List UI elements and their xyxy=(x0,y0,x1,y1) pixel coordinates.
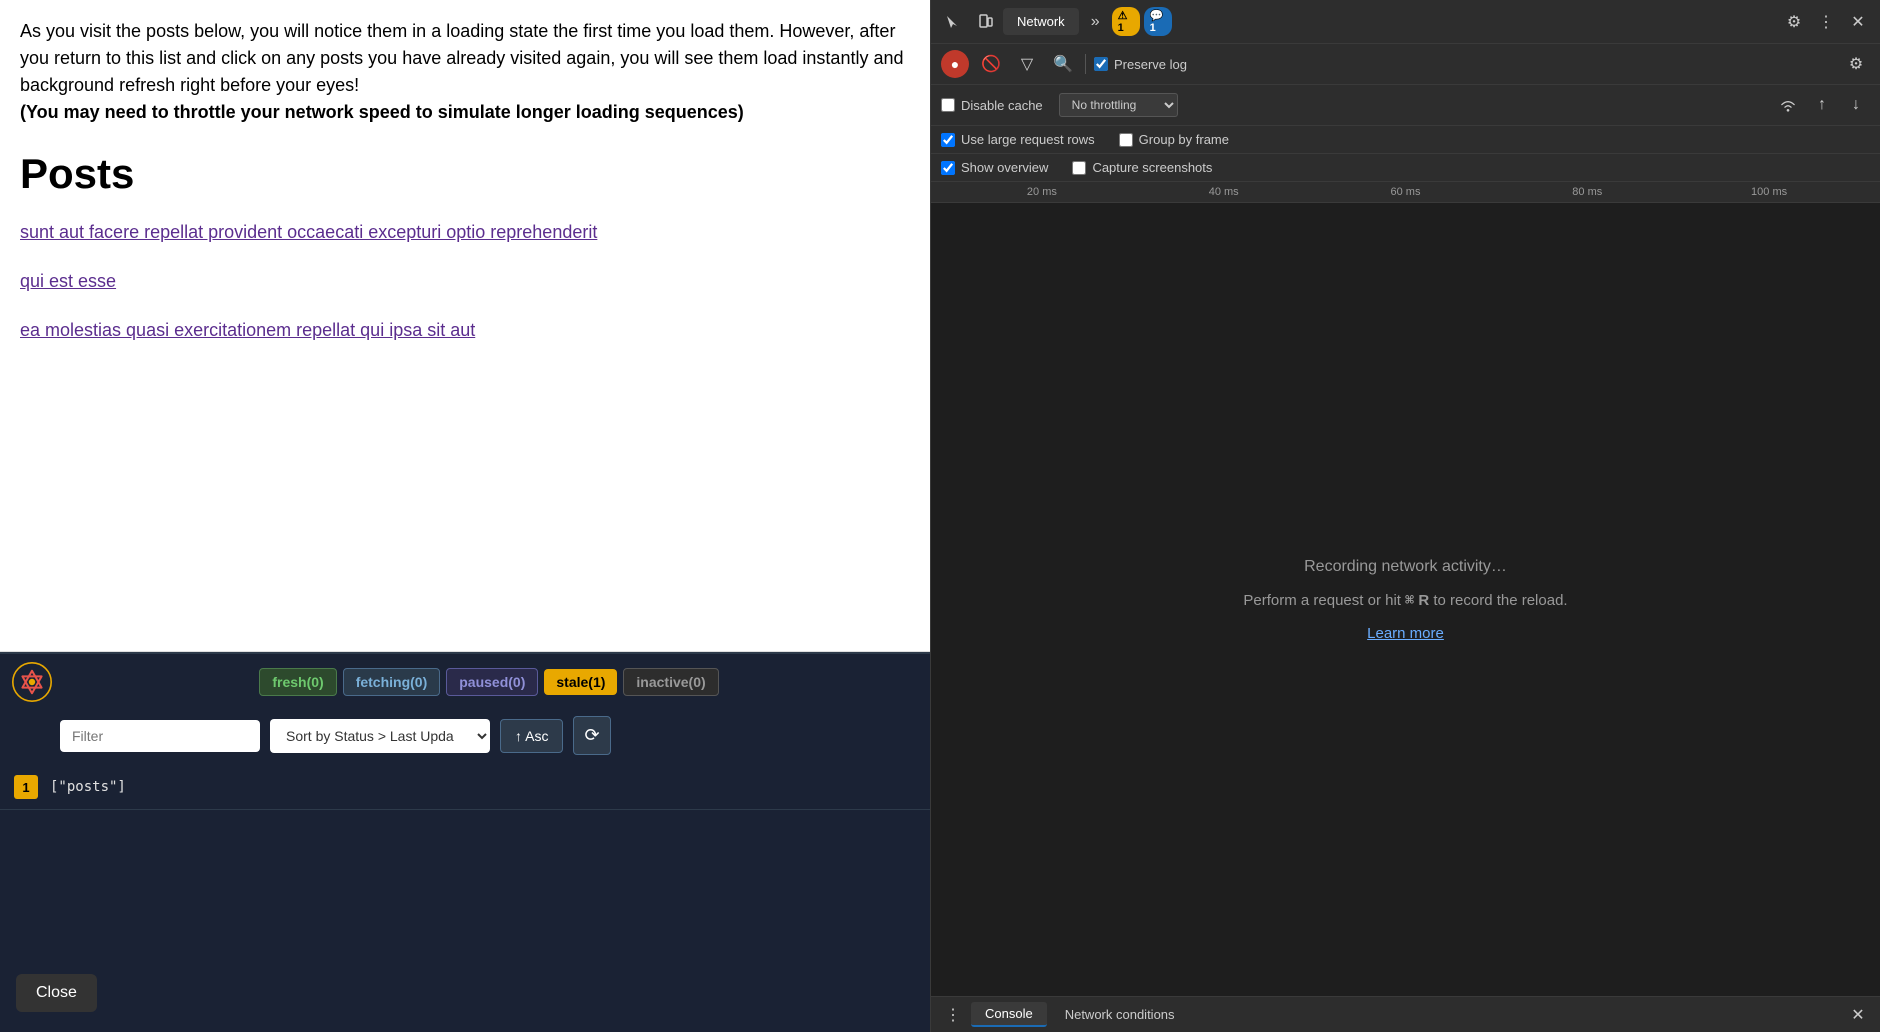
info-count: 💬 1 xyxy=(1144,7,1172,36)
tab-more-icon[interactable]: » xyxy=(1083,9,1108,35)
bottom-close-icon[interactable]: ✕ xyxy=(1844,1001,1872,1029)
tab-console[interactable]: Console xyxy=(971,1002,1047,1027)
network-options-row2: Use large request rows Group by frame xyxy=(931,126,1880,154)
device-icon[interactable] xyxy=(971,8,999,36)
post-link-2[interactable]: qui est esse xyxy=(20,271,910,292)
timeline-ticks: 20 ms 40 ms 60 ms 80 ms 100 ms xyxy=(931,186,1880,198)
record-button[interactable]: ● xyxy=(941,50,969,78)
warning-badge[interactable]: ⚠ 1 xyxy=(1112,8,1140,36)
tab-network-label: Network xyxy=(1017,14,1065,29)
network-settings-icon[interactable]: ⚙ xyxy=(1842,50,1870,78)
preserve-log-label: Preserve log xyxy=(1114,57,1187,72)
cursor-icon[interactable] xyxy=(939,8,967,36)
filter-icon[interactable]: ▽ xyxy=(1013,50,1041,78)
kebab-menu-icon[interactable]: ⋮ xyxy=(1812,8,1840,36)
preserve-log-checkbox[interactable]: Preserve log xyxy=(1094,57,1187,72)
bottom-menu-icon[interactable]: ⋮ xyxy=(939,1001,967,1029)
close-button[interactable]: Close xyxy=(16,974,97,1012)
warning-count: ⚠ 1 xyxy=(1112,7,1140,36)
badge-fresh[interactable]: fresh(0) xyxy=(259,668,336,696)
query-filter-input[interactable] xyxy=(60,720,260,752)
network-options-row1: Disable cache No throttling ↑ ↓ xyxy=(931,85,1880,126)
tick-5: 100 ms xyxy=(1678,186,1860,198)
group-by-frame-label: Group by frame xyxy=(1139,132,1229,147)
tick-3: 60 ms xyxy=(1315,186,1497,198)
description-bold: (You may need to throttle your network s… xyxy=(20,102,744,122)
devtools-topbar: Network » ⚠ 1 💬 1 ⚙ ⋮ ✕ xyxy=(931,0,1880,44)
disable-cache-label: Disable cache xyxy=(961,98,1043,113)
react-query-devtools: fresh(0) fetching(0) paused(0) stale(1) … xyxy=(0,652,930,1032)
upload-icon[interactable]: ↑ xyxy=(1808,91,1836,119)
disable-cache-checkbox[interactable]: Disable cache xyxy=(941,98,1043,113)
devtools-bottom-bar: ⋮ Console Network conditions ✕ xyxy=(931,996,1880,1032)
tab-network[interactable]: Network xyxy=(1003,8,1079,35)
tick-1: 20 ms xyxy=(951,186,1133,198)
learn-more-link[interactable]: Learn more xyxy=(1367,625,1444,642)
asc-button[interactable]: ↑ Asc xyxy=(500,719,563,753)
search-icon[interactable]: 🔍 xyxy=(1049,50,1077,78)
badge-fetching[interactable]: fetching(0) xyxy=(343,668,441,696)
badge-stale[interactable]: stale(1) xyxy=(544,669,617,695)
wifi-icon[interactable] xyxy=(1774,91,1802,119)
devtools-panel: Network » ⚠ 1 💬 1 ⚙ ⋮ ✕ ● 🚫 ▽ 🔍 xyxy=(930,0,1880,1032)
network-toolbar: ● 🚫 ▽ 🔍 Preserve log ⚙ xyxy=(931,44,1880,85)
tick-4: 80 ms xyxy=(1496,186,1678,198)
status-badges: fresh(0) fetching(0) paused(0) stale(1) … xyxy=(60,668,918,696)
download-icon[interactable]: ↓ xyxy=(1842,91,1870,119)
settings-icon[interactable]: ⚙ xyxy=(1780,8,1808,36)
table-row[interactable]: 1 ["posts"] xyxy=(0,765,930,810)
info-badge[interactable]: 💬 1 xyxy=(1144,8,1172,36)
recording-text: Recording network activity… xyxy=(1304,558,1507,576)
capture-screenshots-label: Capture screenshots xyxy=(1092,160,1212,175)
posts-title: Posts xyxy=(20,150,910,198)
tick-2: 40 ms xyxy=(1133,186,1315,198)
recording-area: Recording network activity… Perform a re… xyxy=(931,203,1880,996)
clear-button[interactable]: 🚫 xyxy=(977,50,1005,78)
sort-select[interactable]: Sort by Status > Last Upda xyxy=(270,719,490,753)
post-link-3[interactable]: ea molestias quasi exercitationem repell… xyxy=(20,320,910,341)
devtools-controls: Sort by Status > Last Upda ↑ Asc ⟳ xyxy=(0,710,930,765)
throttle-select[interactable]: No throttling xyxy=(1059,93,1178,117)
query-number: 1 xyxy=(14,775,38,799)
show-overview-label: Show overview xyxy=(961,160,1048,175)
badge-inactive[interactable]: inactive(0) xyxy=(623,668,718,696)
badge-paused[interactable]: paused(0) xyxy=(446,668,538,696)
network-options-row3: Show overview Capture screenshots xyxy=(931,154,1880,182)
toolbar-separator xyxy=(1085,54,1086,74)
capture-screenshots-checkbox[interactable]: Capture screenshots xyxy=(1072,160,1212,175)
recording-subtext: Perform a request or hit ⌘ R to record t… xyxy=(1243,588,1567,613)
devtools-close-icon[interactable]: ✕ xyxy=(1844,8,1872,36)
show-overview-checkbox[interactable]: Show overview xyxy=(941,160,1048,175)
refresh-icon: ⟳ xyxy=(584,725,599,746)
description-text: As you visit the posts below, you will n… xyxy=(20,18,910,126)
react-query-logo xyxy=(12,662,52,702)
large-rows-label: Use large request rows xyxy=(961,132,1095,147)
description-main: As you visit the posts below, you will n… xyxy=(20,21,904,95)
refresh-button[interactable]: ⟳ xyxy=(573,716,610,755)
group-by-frame-checkbox[interactable]: Group by frame xyxy=(1119,132,1229,147)
query-list: 1 ["posts"] xyxy=(0,765,930,1032)
network-icons-right: ↑ ↓ xyxy=(1774,91,1870,119)
large-rows-checkbox[interactable]: Use large request rows xyxy=(941,132,1095,147)
devtools-header: fresh(0) fetching(0) paused(0) stale(1) … xyxy=(0,654,930,710)
post-link-1[interactable]: sunt aut facere repellat provident occae… xyxy=(20,222,910,243)
timeline-header: 20 ms 40 ms 60 ms 80 ms 100 ms xyxy=(931,182,1880,203)
query-key: ["posts"] xyxy=(50,779,126,795)
tab-network-conditions[interactable]: Network conditions xyxy=(1051,1003,1189,1026)
